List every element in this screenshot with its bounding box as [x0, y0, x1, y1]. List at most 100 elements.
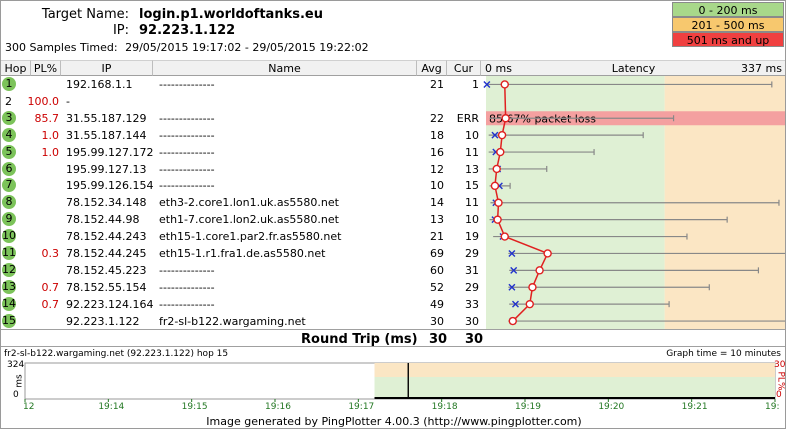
- mini-graph-title: fr2-sl-b122.wargaming.net (92.223.1.122)…: [4, 349, 229, 359]
- ip-address: 78.152.55.154: [66, 280, 147, 294]
- avg-latency: 22: [430, 111, 444, 125]
- avg-latency: [414, 93, 444, 110]
- mini-tick-label: 19:17: [348, 402, 375, 412]
- table-row[interactable]: 6 195.99.127.13 -------------- 12 13: [1, 161, 486, 178]
- cur-latency: 10: [465, 213, 479, 227]
- avg-latency: 52: [430, 280, 444, 294]
- avg-latency: 13: [430, 213, 444, 227]
- cur-latency: 30: [465, 314, 479, 328]
- pl-value: 0.7: [41, 297, 60, 311]
- mini-pl-max: 30: [774, 360, 786, 370]
- ip-address: 195.99.127.13: [66, 162, 147, 176]
- ip-address: 195.99.126.154: [66, 179, 154, 193]
- avg-latency: 12: [430, 162, 444, 176]
- pl-value: 1.0: [41, 145, 60, 159]
- avg-latency-point: [493, 215, 502, 224]
- mini-tick-label: 19:20: [598, 402, 625, 412]
- table-row[interactable]: 3 85.7 31.55.187.129 -------------- 22 ERR: [1, 110, 486, 127]
- host-name: --------------: [159, 145, 215, 159]
- mini-tick-label: 19:19: [515, 402, 541, 412]
- round-trip-label: Round Trip (ms): [301, 332, 418, 347]
- avg-latency-point: [528, 283, 537, 292]
- host-name: eth3-2.core1.lon1.uk.as5580.net: [159, 196, 339, 210]
- host-name: --------------: [159, 78, 215, 91]
- avg-latency-point: [501, 114, 510, 123]
- avg-latency-point: [508, 316, 517, 326]
- host-name: --------------: [159, 128, 215, 142]
- table-row[interactable]: 4 1.0 31.55.187.144 -------------- 18 10: [1, 127, 486, 144]
- mini-y-max: 324: [7, 360, 25, 370]
- ip-address: 31.55.187.144: [66, 128, 147, 142]
- cur-latency: 1: [472, 78, 479, 91]
- hop-number: 14: [2, 296, 16, 311]
- avg-latency: 14: [430, 196, 444, 210]
- pl-value: [23, 211, 59, 228]
- mini-tick-label: 19:21: [681, 402, 708, 412]
- pl-value: [23, 262, 59, 279]
- avg-latency: 49: [430, 297, 444, 311]
- mini-zone-green: [374, 377, 775, 399]
- pl-value: [23, 313, 59, 330]
- cur-latency: [449, 93, 479, 110]
- cur-latency: 31: [465, 263, 479, 277]
- hop-number: 11: [2, 246, 16, 260]
- mini-tick-label: 19:15: [181, 402, 208, 412]
- ip-address: 31.55.187.129: [66, 111, 147, 125]
- ip-address: 78.152.44.243: [66, 230, 147, 244]
- table-row[interactable]: 13 0.7 78.152.55.154 -------------- 52 29: [1, 279, 486, 296]
- cur-latency: 33: [465, 297, 479, 311]
- mini-tick-label: 19:14: [98, 402, 125, 412]
- table-row[interactable]: 7 195.99.126.154 -------------- 10 15: [1, 177, 486, 194]
- host-name: --------------: [159, 162, 215, 176]
- avg-latency-point: [494, 198, 503, 207]
- pl-value: [23, 194, 59, 211]
- hop-number: 5: [2, 144, 16, 159]
- avg-latency: 60: [430, 263, 444, 277]
- ip-address: 92.223.1.122: [66, 314, 140, 328]
- table-row[interactable]: 10 78.152.44.243 eth15-1.core1.par2.fr.as5…: [1, 228, 486, 245]
- cur-latency: 29: [465, 247, 479, 260]
- pl-value: 1.0: [41, 128, 60, 142]
- avg-latency-point: [525, 299, 534, 309]
- pl-value: 0.7: [41, 280, 60, 294]
- table-row[interactable]: 12 78.152.45.223 -------------- 60 31: [1, 262, 486, 279]
- pl-value: [23, 161, 59, 178]
- cur-latency: 11: [465, 196, 479, 210]
- table-row[interactable]: 1 192.168.1.1 -------------- 21 1: [1, 76, 486, 93]
- table-row[interactable]: 9 78.152.44.98 eth1-7.core1.lon2.uk.as5580…: [1, 211, 486, 228]
- host-name: fr2-sl-b122.wargaming.net: [159, 314, 306, 328]
- mini-y-unit: ms: [14, 374, 25, 388]
- mini-tick-label: 19:18: [431, 402, 458, 412]
- ip-address: -: [66, 94, 70, 108]
- host-name: eth15-1.r1.fra1.de.as5580.net: [159, 247, 326, 260]
- cur-latency: 15: [465, 179, 479, 193]
- round-trip-cur: 30: [465, 332, 484, 347]
- mini-y-min: 0: [13, 390, 19, 400]
- table-row[interactable]: 15 92.223.1.122 fr2-sl-b122.wargaming.net 3…: [1, 313, 486, 330]
- table-row[interactable]: 8 78.152.34.148 eth3-2.core1.lon1.uk.as558…: [1, 194, 486, 211]
- ip-address: 78.152.45.223: [66, 263, 147, 277]
- hop-number: 1: [2, 77, 16, 91]
- avg-latency: 69: [430, 247, 444, 260]
- ip-address: 192.168.1.1: [66, 78, 133, 91]
- hop-number: 8: [2, 195, 16, 210]
- hop-number: 12: [2, 262, 16, 277]
- hop-number: 7: [2, 178, 16, 193]
- table-row[interactable]: 5 1.0 195.99.127.172 -------------- 16 11: [1, 144, 486, 161]
- avg-latency-point: [496, 147, 505, 157]
- cur-latency: 10: [465, 128, 479, 142]
- pl-value: [23, 76, 59, 93]
- host-name: eth1-7.core1.lon2.uk.as5580.net: [159, 213, 339, 227]
- cur-latency: 29: [465, 280, 479, 294]
- hop-number: 13: [2, 279, 16, 294]
- table-row[interactable]: 11 0.3 78.152.44.245 eth15-1.r1.fra1.de.as5…: [1, 245, 486, 262]
- avg-latency-point: [543, 249, 552, 258]
- ip-address: 78.152.44.98: [66, 213, 140, 227]
- table-row[interactable]: 2 100.0-: [1, 93, 486, 110]
- avg-latency: 21: [430, 230, 444, 244]
- pl-value: 100.0: [27, 94, 60, 108]
- table-row[interactable]: 14 0.7 92.223.124.164 -------------- 49 33: [1, 296, 486, 313]
- hop-number: 9: [2, 212, 16, 227]
- pl-value: 0.3: [41, 247, 60, 260]
- avg-latency-point: [535, 266, 544, 275]
